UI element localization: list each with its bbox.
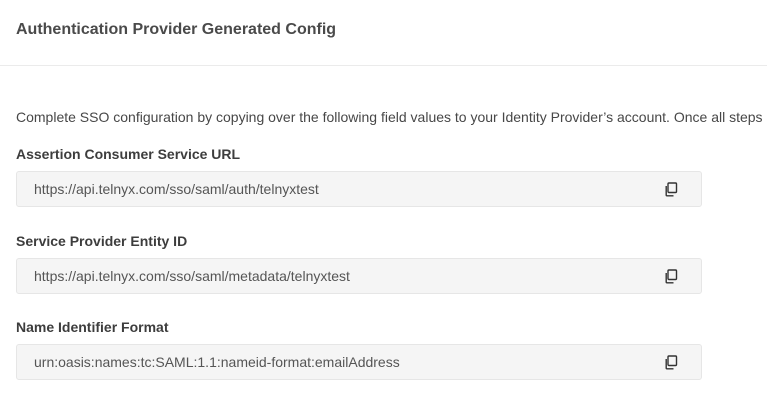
field-entity-id: Service Provider Entity ID https://api.t… [16, 233, 767, 294]
entity-id-value[interactable]: https://api.telnyx.com/sso/saml/metadata… [34, 268, 350, 284]
field-value-box: https://api.telnyx.com/sso/saml/metadata… [16, 258, 702, 294]
config-header: Authentication Provider Generated Config [0, 0, 767, 66]
field-value-box: urn:oasis:names:tc:SAML:1.1:nameid-forma… [16, 344, 702, 380]
field-label: Service Provider Entity ID [16, 233, 188, 249]
page-title: Authentication Provider Generated Config [16, 20, 337, 38]
field-acs-url: Assertion Consumer Service URL https://a… [16, 146, 767, 207]
copy-icon [665, 181, 678, 196]
field-value-box: https://api.telnyx.com/sso/saml/auth/tel… [16, 171, 702, 207]
field-label: Name Identifier Format [16, 319, 169, 335]
copy-icon [665, 268, 678, 283]
name-id-format-value[interactable]: urn:oasis:names:tc:SAML:1.1:nameid-forma… [34, 354, 400, 370]
field-label: Assertion Consumer Service URL [16, 146, 241, 162]
intro-text: Complete SSO configuration by copying ov… [16, 109, 767, 125]
copy-button[interactable] [663, 354, 679, 370]
copy-button[interactable] [663, 268, 679, 284]
copy-button[interactable] [663, 181, 679, 197]
field-name-id-format: Name Identifier Format urn:oasis:names:t… [16, 319, 767, 380]
config-content: Complete SSO configuration by copying ov… [0, 109, 767, 380]
copy-icon [665, 354, 678, 369]
acs-url-value[interactable]: https://api.telnyx.com/sso/saml/auth/tel… [34, 181, 319, 197]
